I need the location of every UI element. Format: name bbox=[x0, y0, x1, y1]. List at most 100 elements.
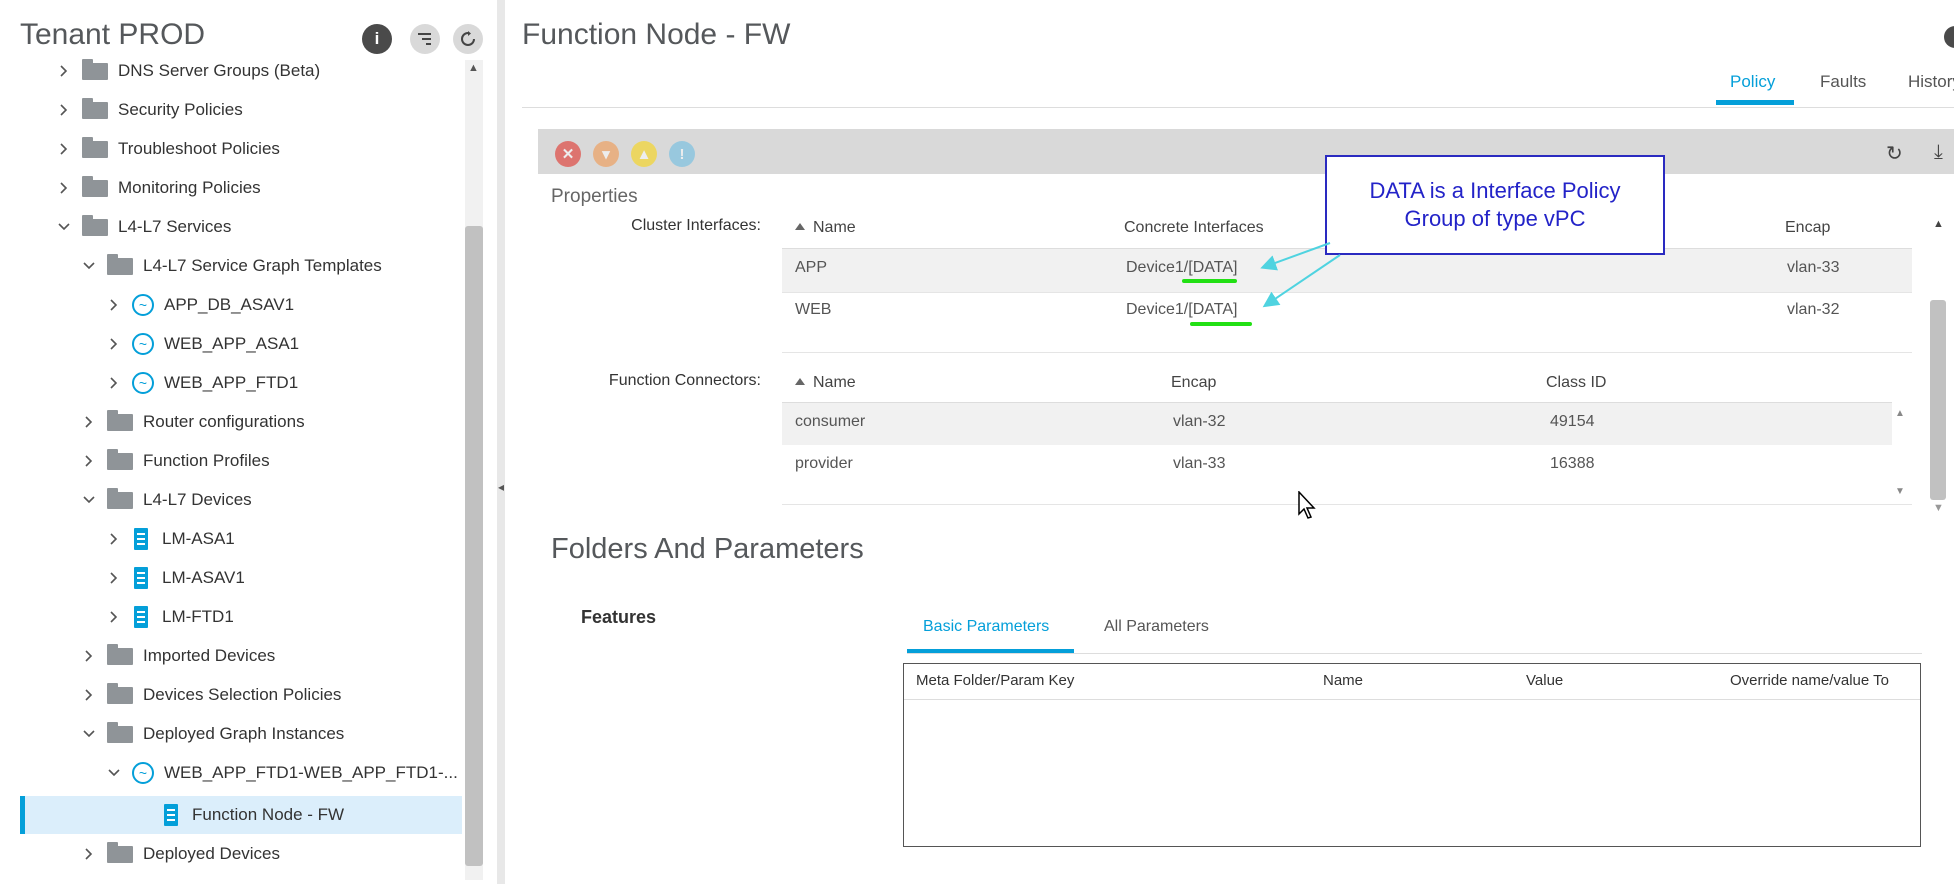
chevron-right-icon[interactable] bbox=[58, 65, 70, 77]
chevron-right-icon[interactable] bbox=[108, 572, 120, 584]
column-header-encap[interactable]: Encap bbox=[1171, 374, 1216, 392]
chevron-right-icon[interactable] bbox=[83, 455, 95, 467]
tree-item[interactable]: Router configurations bbox=[0, 403, 462, 441]
tree-item-label: LM-ASAV1 bbox=[162, 568, 245, 587]
tree-item[interactable]: Function Node - FW bbox=[20, 796, 462, 834]
tree-item[interactable]: ~ WEB_APP_FTD1 bbox=[0, 364, 462, 402]
chevron-right-icon[interactable] bbox=[83, 650, 95, 662]
chevron-right-icon[interactable] bbox=[108, 533, 120, 545]
tree-item[interactable]: Deployed Devices bbox=[0, 835, 462, 873]
tree-item[interactable]: ~ WEB_APP_FTD1-WEB_APP_FTD1-... bbox=[0, 754, 462, 792]
tree-item-label: Imported Devices bbox=[143, 646, 276, 665]
table-row[interactable] bbox=[782, 403, 1892, 445]
tab-basic-parameters[interactable]: Basic Parameters bbox=[923, 618, 1049, 636]
tree-item[interactable]: Troubleshoot Policies bbox=[0, 130, 462, 168]
chevron-down-icon[interactable] bbox=[58, 221, 70, 233]
column-header-meta-folder[interactable]: Meta Folder/Param Key bbox=[916, 672, 1074, 689]
chevron-right-icon[interactable] bbox=[108, 611, 120, 623]
tree-item[interactable]: L4-L7 Service Graph Templates bbox=[0, 247, 462, 285]
tree-item-label: WEB_APP_FTD1 bbox=[164, 373, 299, 392]
function-connectors-table: Name Encap Class ID consumer vlan-32 491… bbox=[782, 364, 1912, 505]
tree-item[interactable]: Imported Devices bbox=[0, 637, 462, 675]
chevron-right-icon[interactable] bbox=[108, 299, 120, 311]
cell-encap: vlan-33 bbox=[1787, 259, 1840, 276]
column-header-encap[interactable]: Encap bbox=[1785, 219, 1830, 237]
tab-history[interactable]: History bbox=[1908, 72, 1954, 92]
tab-faults[interactable]: Faults bbox=[1820, 72, 1866, 92]
folder-icon bbox=[107, 409, 133, 431]
tab-policy[interactable]: Policy bbox=[1730, 72, 1775, 92]
cell-name: WEB bbox=[795, 301, 832, 318]
folder-icon bbox=[107, 721, 133, 743]
scroll-down-icon[interactable]: ▼ bbox=[1895, 486, 1905, 497]
folder-icon bbox=[107, 487, 133, 509]
tree-item-label: Router configurations bbox=[143, 412, 305, 431]
chevron-right-icon[interactable] bbox=[108, 377, 120, 389]
column-header-name[interactable]: Name bbox=[795, 374, 856, 392]
tree-item[interactable]: L4-L7 Devices bbox=[0, 481, 462, 519]
tree-item[interactable]: Security Policies bbox=[0, 91, 462, 129]
chevron-down-icon[interactable] bbox=[83, 260, 95, 272]
chevron-down-icon[interactable] bbox=[83, 494, 95, 506]
tree-item-label: Function Profiles bbox=[143, 451, 270, 470]
chevron-right-icon[interactable] bbox=[58, 143, 70, 155]
scroll-up-icon[interactable]: ▲ bbox=[468, 62, 479, 74]
download-icon[interactable]: ⤓ bbox=[1934, 141, 1943, 164]
refresh-tree-icon[interactable] bbox=[453, 24, 483, 54]
chevron-down-icon[interactable] bbox=[83, 728, 95, 740]
chevron-right-icon[interactable] bbox=[108, 338, 120, 350]
tree-item[interactable]: LM-ASAV1 bbox=[0, 559, 462, 597]
column-header-name[interactable]: Name bbox=[795, 219, 856, 237]
tree-item[interactable]: Monitoring Policies bbox=[0, 169, 462, 207]
tree-scrollbar-thumb[interactable] bbox=[465, 226, 483, 866]
info-icon[interactable]: i bbox=[362, 24, 392, 54]
minor-fault-icon[interactable]: ▲ bbox=[631, 141, 657, 167]
folders-parameters-heading: Folders And Parameters bbox=[551, 533, 864, 565]
scroll-up-icon[interactable]: ▲ bbox=[1895, 408, 1905, 419]
tree-item[interactable]: ~ WEB_APP_ASA1 bbox=[0, 325, 462, 363]
scroll-up-icon[interactable]: ▲ bbox=[1933, 218, 1944, 230]
folder-icon bbox=[82, 136, 108, 158]
tree-item[interactable]: Function Profiles bbox=[0, 442, 462, 480]
device-icon bbox=[134, 528, 148, 550]
tree-item[interactable]: LM-FTD1 bbox=[0, 598, 462, 636]
features-label: Features bbox=[581, 607, 657, 627]
table-row[interactable] bbox=[782, 249, 1912, 292]
column-header-name[interactable]: Name bbox=[1323, 672, 1363, 689]
chevron-right-icon[interactable] bbox=[58, 182, 70, 194]
chevron-right-icon[interactable] bbox=[83, 848, 95, 860]
critical-fault-icon[interactable]: ✕ bbox=[555, 141, 581, 167]
cell-class-id: 49154 bbox=[1550, 413, 1595, 430]
warning-fault-icon[interactable]: ! bbox=[669, 141, 695, 167]
cell-encap: vlan-32 bbox=[1173, 413, 1226, 430]
folder-icon bbox=[82, 97, 108, 119]
chevron-right-icon[interactable] bbox=[83, 689, 95, 701]
tree-item-label: Function Node - FW bbox=[192, 805, 345, 824]
sort-ascending-icon bbox=[795, 223, 805, 230]
column-header-value[interactable]: Value bbox=[1526, 672, 1563, 689]
collapse-panel-icon[interactable]: ◂ bbox=[498, 480, 504, 494]
scroll-down-icon[interactable]: ▼ bbox=[1933, 502, 1944, 514]
tree-item-label: Devices Selection Policies bbox=[143, 685, 342, 704]
chevron-right-icon[interactable] bbox=[58, 104, 70, 116]
column-header-concrete-interfaces[interactable]: Concrete Interfaces bbox=[1124, 219, 1264, 237]
cell-encap: vlan-33 bbox=[1173, 455, 1226, 472]
tab-all-parameters[interactable]: All Parameters bbox=[1104, 618, 1209, 636]
tree-item[interactable]: DNS Server Groups (Beta) bbox=[0, 52, 462, 90]
tree-item[interactable]: ~ APP_DB_ASAV1 bbox=[0, 286, 462, 324]
column-header-class-id[interactable]: Class ID bbox=[1546, 374, 1606, 392]
panel-splitter[interactable] bbox=[497, 0, 505, 884]
chevron-down-icon[interactable] bbox=[108, 767, 120, 779]
major-fault-icon[interactable]: ▾ bbox=[593, 141, 619, 167]
tree-item[interactable]: L4-L7 Services bbox=[0, 208, 462, 246]
collapse-tree-icon[interactable] bbox=[410, 24, 440, 54]
properties-scrollbar-thumb[interactable] bbox=[1930, 300, 1946, 500]
chevron-right-icon[interactable] bbox=[83, 416, 95, 428]
help-icon[interactable] bbox=[1944, 26, 1954, 48]
refresh-icon[interactable]: ↻ bbox=[1886, 141, 1903, 166]
column-header-override[interactable]: Override name/value To bbox=[1730, 672, 1889, 689]
tree-item[interactable]: Deployed Graph Instances bbox=[0, 715, 462, 753]
tree-item[interactable]: LM-ASA1 bbox=[0, 520, 462, 558]
tree-item[interactable]: Devices Selection Policies bbox=[0, 676, 462, 714]
annotation-callout: DATA is a Interface Policy Group of type… bbox=[1325, 155, 1665, 255]
